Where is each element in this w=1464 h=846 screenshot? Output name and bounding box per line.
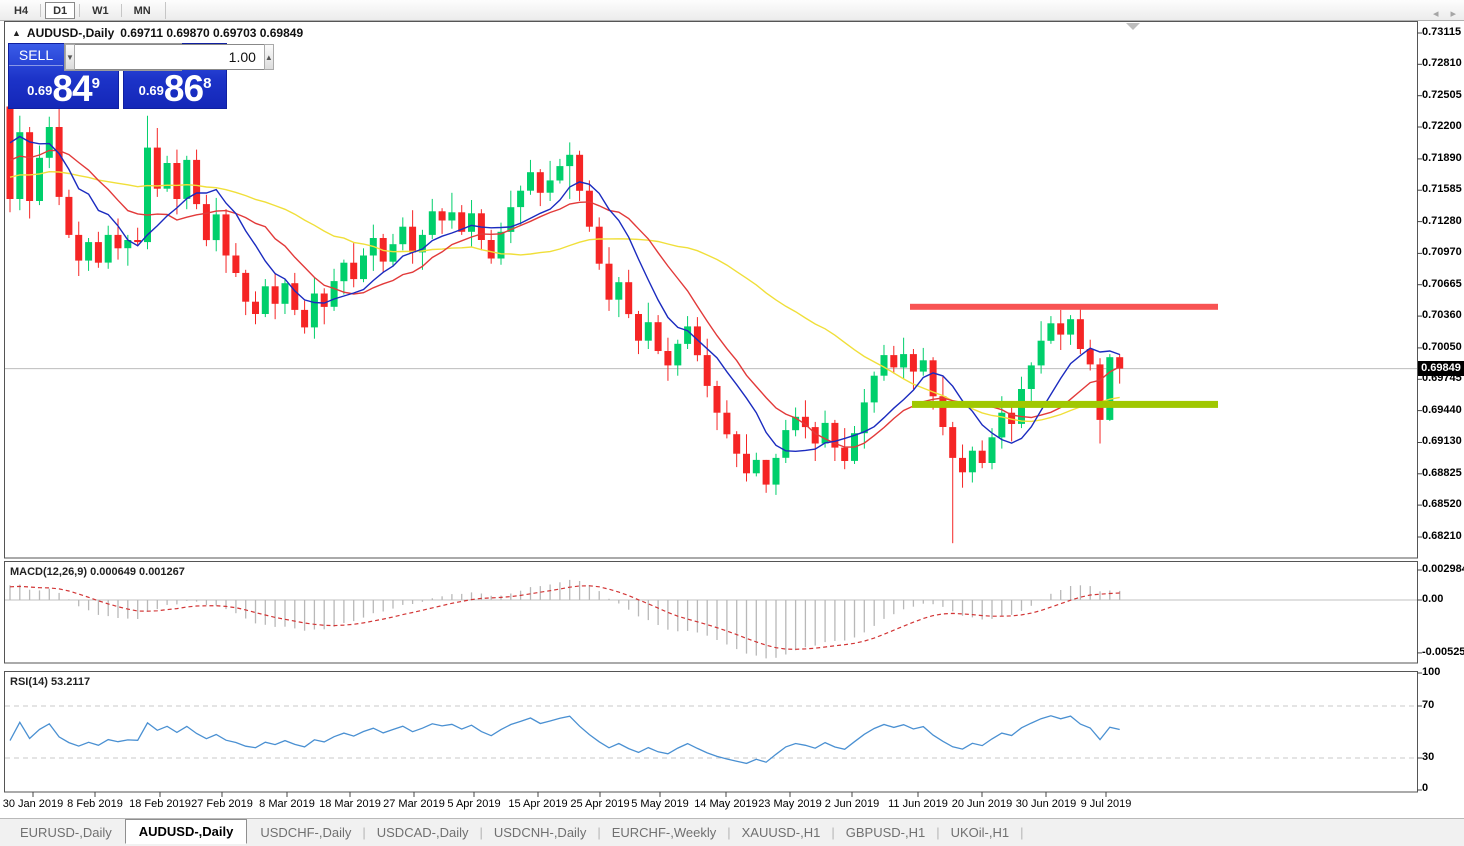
rsi-tick-label: 100	[1422, 666, 1441, 678]
rsi-indicator-label: RSI(14) 53.2117	[10, 676, 91, 688]
chart-canvas[interactable]	[0, 0, 1464, 846]
tab-nav: ◂ ▸	[1433, 7, 1456, 20]
price-tick-label: 0.70050	[1422, 341, 1462, 353]
chart-shift-marker-icon	[1126, 23, 1140, 30]
chart-ohlc-values: 0.69711 0.69870 0.69703 0.69849	[120, 26, 304, 40]
timeframe-button-d1[interactable]: D1	[45, 1, 76, 19]
rsi-tick-label: 0	[1422, 782, 1429, 794]
price-tick-label: 0.69440	[1422, 404, 1462, 416]
price-tick-label: 0.68210	[1422, 530, 1462, 542]
trading-platform-screen: H4 D1 W1 MN ▲ AUDUSD-,Daily 0.69711 0.69870…	[0, 0, 1464, 846]
buy-price-big: 86	[163, 67, 204, 109]
price-tick-label: 0.71280	[1422, 215, 1462, 227]
tab-separator: |	[936, 825, 940, 840]
chart-symbol-title: AUDUSD-,Daily	[26, 26, 115, 40]
collapse-panel-icon[interactable]: ▲	[12, 28, 21, 38]
tab-separator: |	[727, 825, 731, 840]
tab-separator: |	[597, 825, 601, 840]
tab-usdcnh-daily[interactable]: USDCNH-,Daily	[484, 821, 596, 844]
toolbar-separator	[120, 3, 122, 17]
tab-separator: |	[479, 825, 483, 840]
timeframe-button-h4[interactable]: H4	[6, 2, 36, 19]
sell-price-big: 84	[52, 67, 92, 109]
rsi-tick-label: 70	[1422, 699, 1435, 711]
sell-price-prefix: 0.69	[27, 83, 53, 98]
macd-tick-label: 0.002984	[1422, 563, 1464, 575]
macd-indicator-label: MACD(12,26,9) 0.000649 0.001267	[10, 566, 185, 578]
volume-decrease-icon[interactable]: ▼	[65, 44, 75, 70]
price-tick-label: 0.70360	[1422, 309, 1462, 321]
timeframe-button-w1[interactable]: W1	[84, 2, 117, 19]
tab-eurusd-daily[interactable]: EURUSD-,Daily	[10, 821, 122, 844]
toolbar-separator	[40, 3, 42, 17]
price-tick-label: 0.70665	[1422, 278, 1462, 290]
buy-price-prefix: 0.69	[138, 83, 164, 98]
timeframe-button-mn[interactable]: MN	[126, 2, 159, 19]
tab-separator: |	[831, 825, 835, 840]
date-label: 9 Jul 2019	[1080, 798, 1132, 810]
toolbar-separator	[164, 1, 166, 19]
tab-nav-next-icon[interactable]: ▸	[1450, 7, 1456, 20]
current-price-tag: 0.69849	[1418, 361, 1464, 376]
sell-price-pip: 9	[91, 74, 100, 92]
price-tick-label: 0.73115	[1422, 26, 1462, 38]
buy-price-pip: 8	[203, 74, 212, 92]
price-tick-label: 0.72505	[1422, 89, 1462, 101]
sell-button[interactable]: SELL	[9, 44, 63, 66]
price-tick-label: 0.71890	[1422, 152, 1462, 164]
macd-tick-label: -0.005256	[1422, 646, 1464, 658]
tab-audusd-daily[interactable]: AUDUSD-,Daily	[124, 819, 248, 844]
volume-increase-icon[interactable]: ▲	[263, 44, 274, 70]
tab-nav-prev-icon[interactable]: ◂	[1433, 7, 1439, 20]
sell-price: 0.69 84 9	[9, 67, 118, 109]
volume-input[interactable]	[74, 44, 264, 70]
price-tick-label: 0.70970	[1422, 246, 1462, 258]
price-tick-label: 0.71585	[1422, 183, 1462, 195]
tab-usdchf-daily[interactable]: USDCHF-,Daily	[250, 821, 361, 844]
price-tick-label: 0.69130	[1422, 435, 1462, 447]
tab-ukoil-h1[interactable]: UKOil-,H1	[941, 821, 1020, 844]
timeframe-toolbar: H4 D1 W1 MN	[0, 0, 1464, 21]
price-tick-label: 0.68825	[1422, 467, 1462, 479]
buy-price: 0.69 86 8	[124, 67, 226, 109]
toolbar-separator	[79, 3, 81, 17]
rsi-tick-label: 30	[1422, 751, 1435, 763]
tab-gbpusd-h1[interactable]: GBPUSD-,H1	[836, 821, 935, 844]
tab-separator: |	[362, 825, 366, 840]
volume-spinner: ▼ ▲	[64, 43, 274, 71]
macd-tick-label: 0.00	[1422, 593, 1444, 605]
tab-xauusd-h1[interactable]: XAUUSD-,H1	[732, 821, 831, 844]
tab-separator: |	[1020, 825, 1024, 840]
tab-usdcad-daily[interactable]: USDCAD-,Daily	[367, 821, 479, 844]
symbol-tab-bar: EURUSD-,Daily AUDUSD-,Daily USDCHF-,Daily |…	[0, 818, 1464, 846]
one-click-trade-panel: SELL 0.69 84 9 BUY 0.69 86 8 ▼ ▲	[8, 43, 274, 109]
price-tick-label: 0.72200	[1422, 120, 1462, 132]
chart-header: ▲ AUDUSD-,Daily 0.69711 0.69870 0.69703 …	[12, 26, 303, 40]
price-tick-label: 0.68520	[1422, 498, 1462, 510]
price-tick-label: 0.72810	[1422, 57, 1462, 69]
tab-eurchf-weekly[interactable]: EURCHF-,Weekly	[602, 821, 727, 844]
